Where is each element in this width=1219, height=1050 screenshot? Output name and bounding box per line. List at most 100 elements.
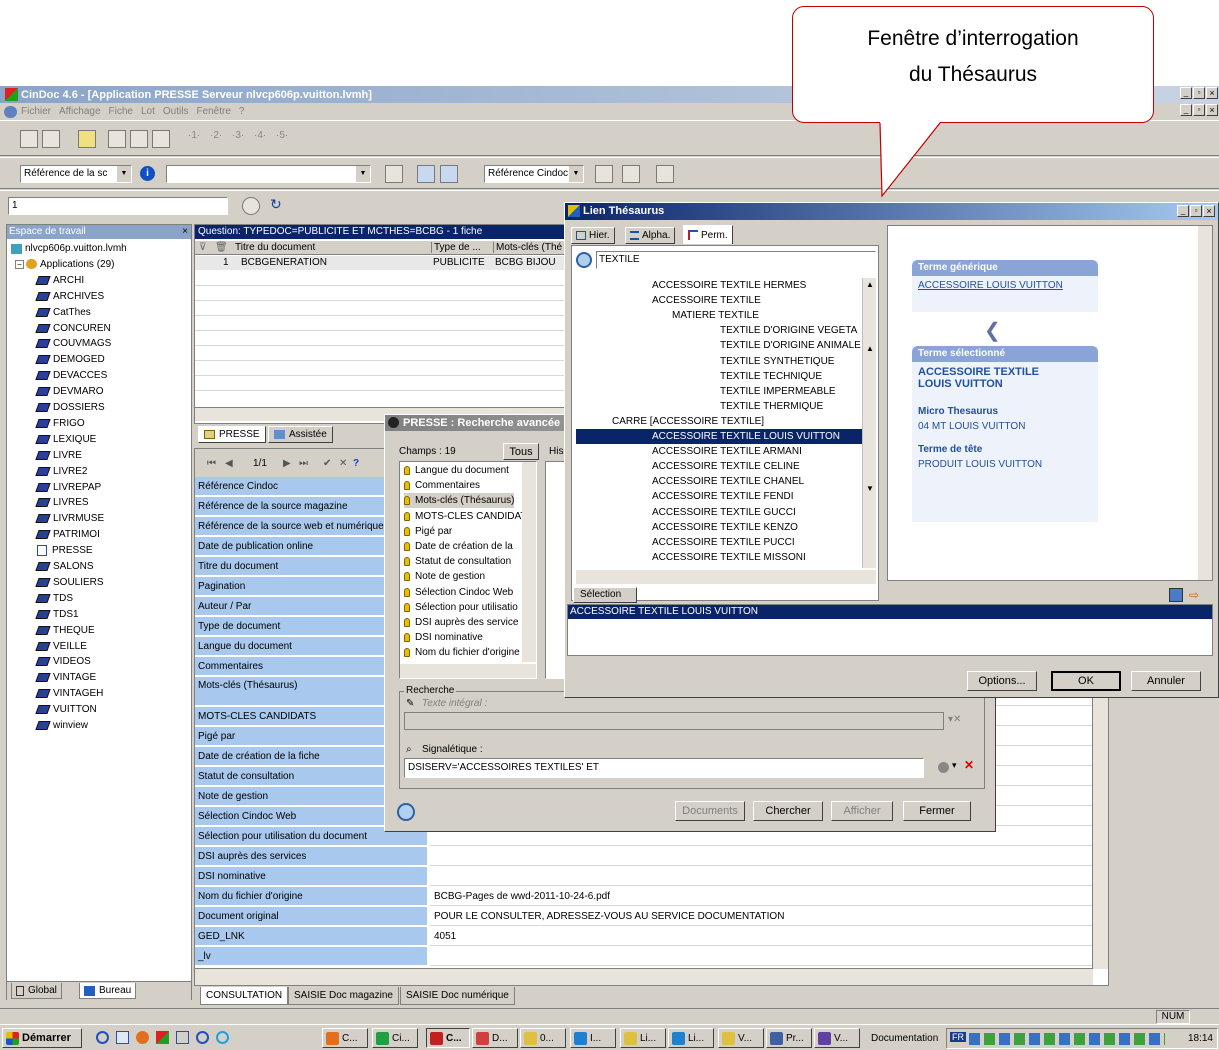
field-value[interactable]: BCBG-Pages de wwd-2011-10-24-6.pdf [430,887,1093,906]
goto-icon[interactable] [242,197,260,215]
tree-item-devmaro[interactable]: DEVMARO [35,384,104,399]
thes-minimize-button[interactable]: _ [1177,205,1189,217]
thesaurus-term[interactable]: ACCESSOIRE TEXTILE CELINE [576,459,862,474]
tree-item-winview[interactable]: winview [35,718,88,733]
scroll-top-icon[interactable]: ▲ [866,280,874,289]
prev-record-icon[interactable]: ◀ [225,458,233,469]
champ-item[interactable]: Pigé par [404,524,452,539]
record-number-input[interactable]: 1 [8,197,228,215]
tree-item-theque[interactable]: THEQUE [35,623,95,638]
tab-consultation[interactable]: CONSULTATION [200,987,289,1005]
champ-item[interactable]: MOTS-CLES CANDIDAT [404,509,527,524]
quicklaunch-ie2-icon[interactable] [216,1031,229,1044]
table-row[interactable]: 1 BCBGENERATION PUBLICITE BCBG BIJOU [195,256,568,270]
filter-icon[interactable]: ⊽ [199,242,206,253]
menu-fichier[interactable]: Fichier [21,106,51,117]
last-record-icon[interactable]: ⏭ [299,458,308,469]
texte-integral-input[interactable] [404,712,944,730]
tree-item-tds[interactable]: TDS [35,591,73,606]
chercher-button[interactable]: Chercher [753,801,823,821]
thesaurus-term[interactable]: ACCESSOIRE TEXTILE LOUIS VUITTON [576,429,862,444]
thes-list-hscroll[interactable] [576,570,876,584]
tree-item-presse[interactable]: PRESSE [37,543,93,558]
champ-item[interactable]: Sélection Cindoc Web [404,585,513,600]
micro-value[interactable]: 04 MT LOUIS VUITTON [912,417,1098,432]
field-value[interactable] [430,947,1093,966]
menu-fiche[interactable]: Fiche [109,106,133,117]
selection-item[interactable]: ACCESSOIRE TEXTILE LOUIS VUITTON [568,605,1212,619]
champ-item[interactable]: DSI nominative [404,630,483,645]
help-icon[interactable]: ? [353,458,359,469]
quicklaunch-media-icon[interactable] [196,1031,209,1044]
clock[interactable]: 18:14 [1188,1033,1213,1044]
champ-item[interactable]: Commentaires [404,478,480,493]
search-value-combo[interactable]: ▼ [166,165,371,183]
quicklaunch-cindoc-icon[interactable] [156,1031,169,1044]
thesaurus-term[interactable]: TEXTILE D'ORIGINE ANIMALE [576,338,862,353]
tree-item-devacces[interactable]: DEVACCES [35,368,107,383]
mdi-minimize-button[interactable]: _ [1180,104,1192,116]
champ-item[interactable]: Date de création de la [404,539,513,554]
minimize-button[interactable]: _ [1180,87,1192,99]
trash-icon[interactable]: 🗑 [215,242,228,253]
tree-item-livres[interactable]: LIVRES [35,495,89,510]
copy-record-icon[interactable] [42,130,60,148]
tree-item-vintageh[interactable]: VINTAGEH [35,686,103,701]
options-button[interactable]: Options... [967,671,1037,691]
zoom-icon[interactable] [440,165,458,183]
reference-combo[interactable]: Référence de la sc ▼ [20,165,132,183]
level1-icon[interactable]: ·1· [188,130,206,148]
fermer-button[interactable]: Fermer [903,801,971,821]
mdi-maximize-button[interactable]: ▫ [1193,104,1205,116]
col-mots[interactable]: Mots-clés (Thé [493,242,562,253]
col-type[interactable]: Type de ... [431,242,481,253]
field-value[interactable]: 4051 [430,927,1093,946]
tab-assistee[interactable]: Assistée [268,426,333,443]
validate-icon[interactable]: ✔ [323,458,331,469]
level5-icon[interactable]: ·5· [276,130,294,148]
tree-item-archives[interactable]: ARCHIVES [35,289,104,304]
documents-button[interactable]: Documents [675,801,745,821]
form-icon[interactable] [78,130,96,148]
champs-vscroll[interactable] [522,462,536,662]
field-value[interactable] [430,867,1093,886]
thesaurus-term[interactable]: ACCESSOIRE TEXTILE PUCCI [576,535,862,550]
tree-item-livrmuse[interactable]: LIVRMUSE [35,511,104,526]
workspace-close-icon[interactable]: × [182,225,188,239]
thesaurus-term[interactable]: TEXTILE SYNTHETIQUE [576,354,862,369]
task-button[interactable]: Ci... [372,1028,418,1048]
thesaurus-term[interactable]: ACCESSOIRE TEXTILE HERMES [576,278,862,293]
tree-item-archi[interactable]: ARCHI [35,273,84,288]
selection-clear-icon[interactable] [1169,588,1183,602]
info-icon[interactable]: i [140,166,155,181]
thesaurus-term[interactable]: TEXTILE D'ORIGINE VEGETA [576,323,862,338]
level3-icon[interactable]: ·3· [232,130,250,148]
signaletique-clear-icon[interactable]: ✕ [964,758,974,772]
tree-item-livrepap[interactable]: LIVREPAP [35,480,101,495]
tree-item-concuren[interactable]: CONCUREN [35,321,111,336]
thesaurus-term[interactable]: TEXTILE THERMIQUE [576,399,862,414]
thesaurus-term[interactable]: ACCESSOIRE TEXTILE [576,293,862,308]
level2-icon[interactable]: ·2· [210,130,228,148]
tree-item-veille[interactable]: VEILLE [35,639,87,654]
quicklaunch-window-icon[interactable] [176,1031,189,1044]
task-button[interactable]: Li... [620,1028,666,1048]
tete-value[interactable]: PRODUIT LOUIS VUITTON [912,455,1098,470]
maximize-button[interactable]: ▫ [1193,87,1205,99]
mdi-close-button[interactable]: × [1206,104,1218,116]
next-record-icon[interactable]: ▶ [283,458,291,469]
tree-item-livre[interactable]: LIVRE [35,448,82,463]
field-value[interactable] [430,847,1093,866]
thes-titlebar[interactable]: Lien Thésaurus [565,203,1218,220]
thesaurus-term[interactable]: ACCESSOIRE TEXTILE KENZO [576,520,862,535]
print-icon[interactable] [152,130,170,148]
champ-item[interactable]: Statut de consultation [404,554,511,569]
champ-item[interactable]: Mots-clés (Thésaurus) [404,493,515,509]
start-button[interactable]: Démarrer [2,1028,82,1048]
thesaurus-term[interactable]: MATIERE TEXTILE [576,308,862,323]
tree-item-couvmags[interactable]: COUVMAGS [35,336,111,351]
record-hscroll[interactable] [195,968,1093,985]
thesaurus-icon[interactable] [417,165,435,183]
task-button[interactable]: V... [814,1028,860,1048]
reference-cindoc-combo[interactable]: Référence Cindoc ▼ [484,165,584,183]
